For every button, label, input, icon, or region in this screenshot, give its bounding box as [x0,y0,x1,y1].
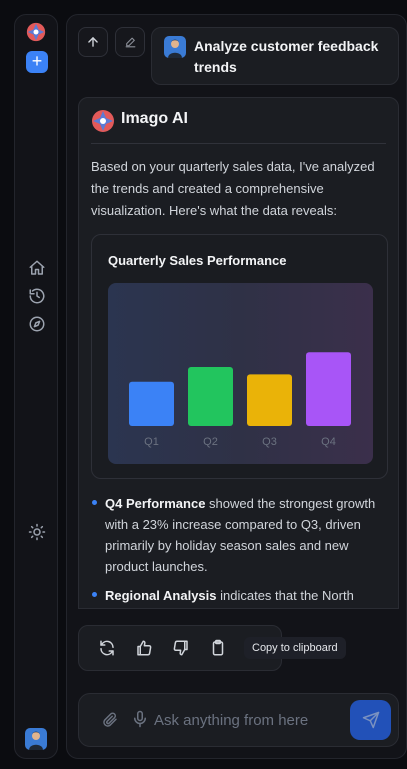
regenerate-button[interactable] [98,639,116,657]
assistant-name: Imago AI [121,110,188,127]
list-item: Regional Analysis indicates that the Nor… [91,585,391,608]
message-input[interactable] [154,708,344,732]
home-icon[interactable] [28,259,46,277]
bar-q2 [188,366,233,426]
dislike-button[interactable] [172,639,190,657]
list-item: Q4 Performance showed the strongest grow… [91,493,391,577]
bar-q3 [247,374,292,426]
new-chat-button[interactable]: + [26,51,48,73]
chat-panel: Analyze customer feedback trends Imago A… [66,14,407,759]
scroll-up-button[interactable] [78,27,108,57]
sidebar: + [14,14,58,759]
insight-list: Q4 Performance showed the strongest grow… [91,493,391,608]
x-tick-label: Q4 [321,436,336,448]
user-message: Analyze customer feedback trends [151,27,399,85]
assistant-header: Imago AI [79,98,398,144]
send-button[interactable] [350,700,391,740]
plus-icon: + [31,51,43,71]
app-root: + Analyze customer feedback trends Imago… [0,0,407,769]
bullet-dot [92,500,97,505]
user-avatar[interactable] [25,728,47,750]
like-button[interactable] [135,639,153,657]
user-message-text: Analyze customer feedback trends [194,38,379,75]
x-tick-label: Q1 [144,436,159,448]
copy-tooltip: Copy to clipboard [244,637,346,659]
assistant-intro-text: Based on your quarterly sales data, I've… [91,159,375,218]
history-icon[interactable] [28,287,46,305]
sun-icon[interactable] [28,523,46,541]
edit-button[interactable] [115,27,145,57]
imago-logo-icon [92,110,114,132]
send-icon [362,711,379,729]
paperclip-icon[interactable] [101,711,119,729]
bullet-title: Q4 Performance [105,496,206,511]
x-tick-label: Q2 [203,436,218,448]
bullet-title: Regional Analysis [105,588,217,603]
copy-button[interactable] [209,639,227,657]
user-message-avatar [164,36,186,58]
x-tick-label: Q3 [262,436,277,448]
assistant-message: Imago AI Based on your quarterly sales d… [78,97,399,609]
compass-icon[interactable] [28,315,46,333]
microphone-icon[interactable] [131,710,149,728]
chart-title: Quarterly Sales Performance [108,253,287,268]
chart-card: Quarterly Sales Performance Q1 Q2 Q3 Q4 [91,234,388,479]
imago-logo-icon[interactable] [26,22,46,42]
message-composer [78,693,399,747]
bullet-dot [92,592,97,597]
bar-chart: Q1 Q2 Q3 Q4 [108,283,373,464]
arrow-up-icon [88,37,98,47]
edit-icon [125,37,135,47]
bar-q4 [306,352,351,426]
bar-q1 [129,381,174,426]
divider [91,143,386,144]
